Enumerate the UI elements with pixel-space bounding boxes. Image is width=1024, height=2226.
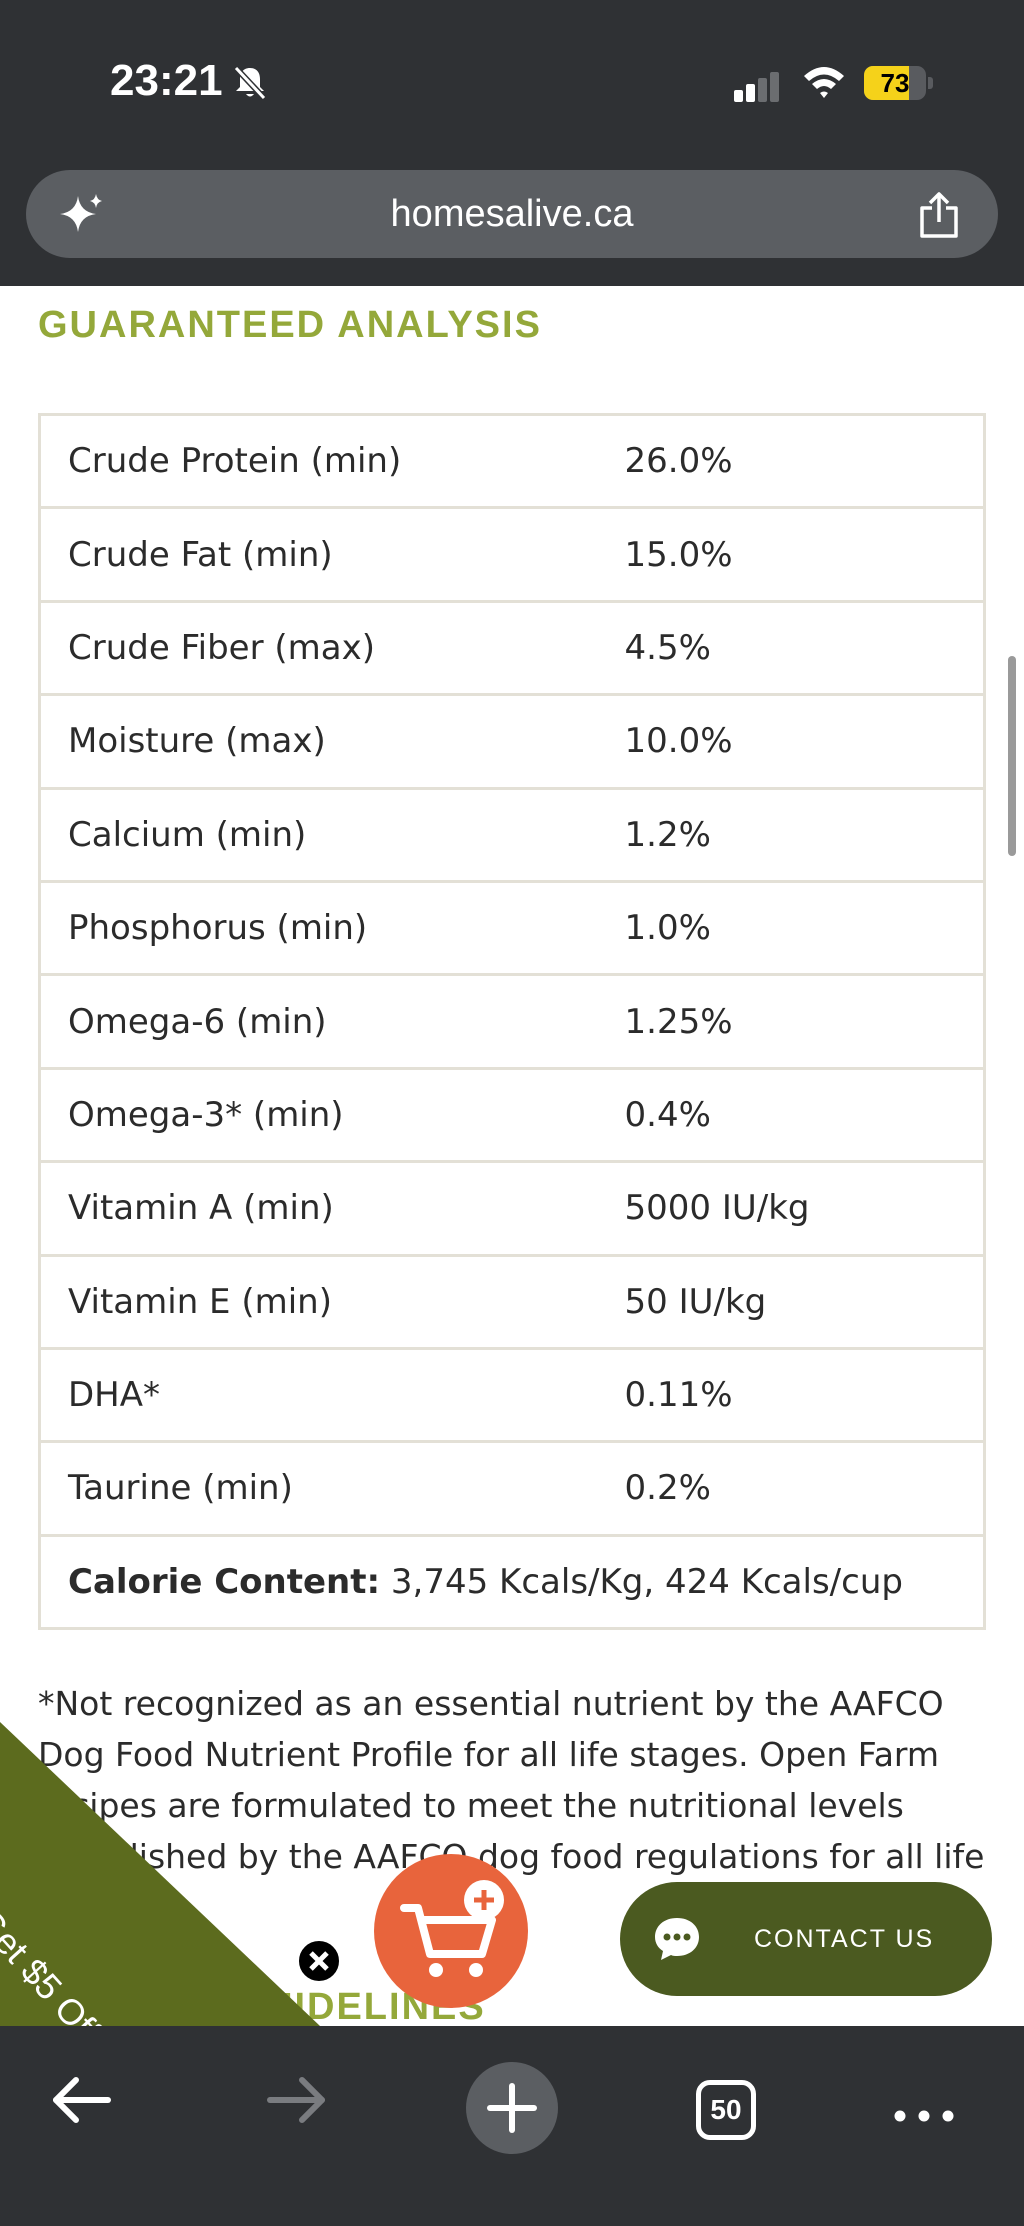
share-icon[interactable] (916, 190, 962, 240)
nutrient-value: 10.0% (624, 721, 733, 762)
guaranteed-analysis-table: Crude Protein (min) 26.0% Crude Fat (min) 1… (38, 413, 986, 1631)
nutrient-name: DHA* (68, 1375, 161, 1416)
analysis-row: Vitamin A (min) 5000 IU/kg (39, 1162, 985, 1256)
nutrient-name: Calcium (min) (68, 814, 307, 855)
analysis-row: Phosphorus (min) 1.0% (39, 881, 985, 975)
nutrient-value: 50 IU/kg (624, 1281, 767, 1322)
chat-bubble-icon (655, 1918, 699, 1960)
calorie-cell: Calorie Content: 3,745 Kcals/Kg, 424 Kca… (40, 1535, 985, 1628)
status-time: 23:21 (110, 56, 223, 105)
calorie-row: Calorie Content: 3,745 Kcals/Kg, 424 Kca… (39, 1535, 985, 1629)
analysis-row: Omega-3* (min) 0.4% (39, 1068, 985, 1162)
nutrient-value: 0.2% (624, 1468, 711, 1509)
analysis-row: Calcium (min) 1.2% (39, 788, 985, 882)
analysis-row: DHA* 0.11% (39, 1348, 985, 1442)
nutrient-value: 1.2% (624, 814, 711, 855)
contact-us-label[interactable]: CONTACT US (754, 1882, 934, 1996)
bottom-toolbar: 50 (0, 2026, 1024, 2226)
new-tab-button[interactable] (466, 2062, 558, 2154)
top-chrome: 23:21 73 homesalive.ca (0, 0, 1024, 286)
analysis-row: Taurine (min) 0.2% (39, 1442, 985, 1536)
nutrient-name: Taurine (min) (68, 1468, 293, 1509)
bell-muted-icon (233, 65, 267, 101)
plus-icon (487, 2083, 537, 2133)
promo-close-button[interactable] (296, 1938, 342, 1984)
nutrient-value: 26.0% (624, 441, 733, 482)
tabs-count-button[interactable]: 50 (696, 2080, 756, 2140)
nutrient-name: Crude Protein (min) (68, 441, 402, 482)
nutrient-value: 15.0% (624, 534, 733, 575)
analysis-row: Crude Protein (min) 26.0% (39, 415, 985, 508)
nutrient-name: Moisture (max) (68, 721, 326, 762)
nutrient-name: Omega-3* (min) (68, 1094, 344, 1135)
nutrient-value: 1.0% (624, 908, 711, 949)
battery-percent: 73 (880, 68, 910, 98)
analysis-row: Vitamin E (min) 50 IU/kg (39, 1255, 985, 1349)
calorie-value: 3,745 Kcals/Kg, 424 Kcals/cup (380, 1561, 903, 1602)
nutrient-value: 1.25% (624, 1001, 733, 1042)
nutrient-name: Vitamin A (min) (68, 1188, 334, 1229)
nutrient-name: Phosphorus (min) (68, 908, 368, 949)
more-icon[interactable] (884, 2060, 964, 2140)
nutrient-name: Crude Fiber (max) (68, 627, 375, 668)
wifi-icon (804, 67, 844, 98)
url-text[interactable]: homesalive.ca (26, 170, 998, 258)
nutrient-name: Crude Fat (min) (68, 534, 333, 575)
battery-indicator: 73 (864, 66, 933, 100)
forward-arrow-icon[interactable] (256, 2060, 336, 2140)
nutrient-value: 0.11% (624, 1375, 733, 1416)
contact-us-button[interactable]: CONTACT US (620, 1882, 992, 1996)
analysis-row: Moisture (max) 10.0% (39, 695, 985, 789)
scrollbar[interactable] (1008, 656, 1016, 856)
nutrient-value: 4.5% (624, 627, 711, 668)
analysis-row: Crude Fat (min) 15.0% (39, 508, 985, 602)
cart-add-icon (400, 1880, 504, 1977)
back-arrow-icon[interactable] (42, 2060, 122, 2140)
close-icon (309, 1951, 329, 1971)
add-to-cart-button[interactable] (374, 1854, 528, 2008)
nutrient-name: Vitamin E (min) (68, 1281, 332, 1322)
analysis-row: Omega-6 (min) 1.25% (39, 975, 985, 1069)
nutrient-value: 5000 IU/kg (624, 1188, 810, 1229)
nutrient-value: 0.4% (624, 1094, 711, 1135)
url-bar[interactable]: homesalive.ca (26, 170, 998, 258)
section-title: GUARANTEED ANALYSIS (38, 304, 542, 346)
signal-icon (734, 72, 779, 102)
calorie-label: Calorie Content: (68, 1561, 381, 1602)
nutrient-name: Omega-6 (min) (68, 1001, 327, 1042)
analysis-row: Crude Fiber (max) 4.5% (39, 601, 985, 695)
